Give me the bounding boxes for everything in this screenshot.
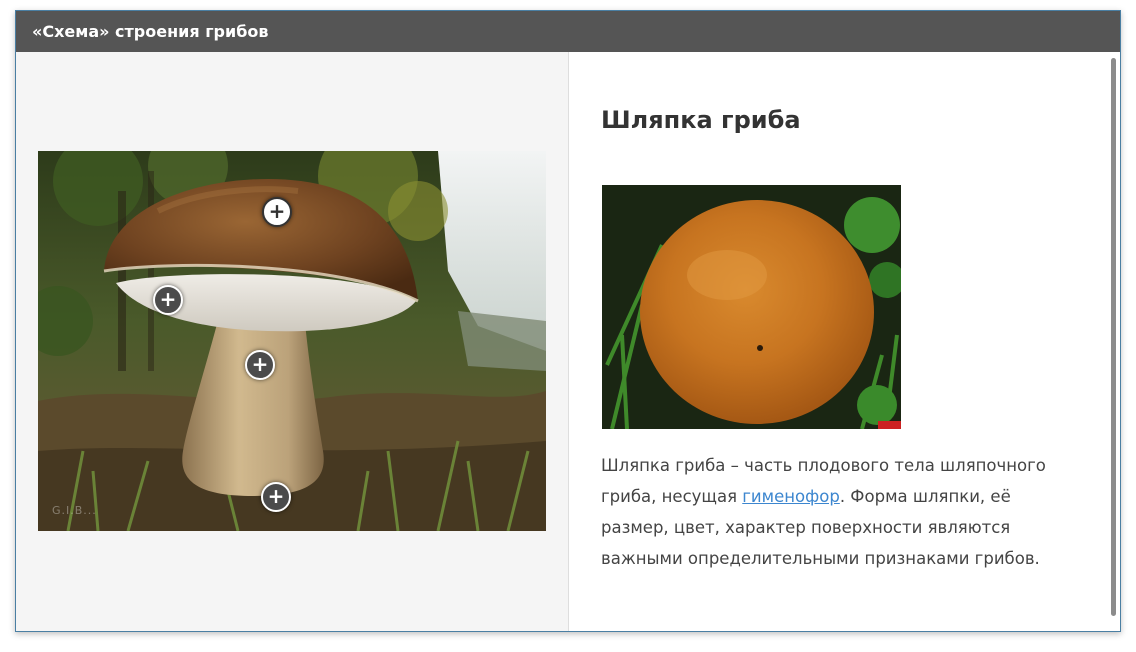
scrollbar[interactable] — [1111, 58, 1116, 616]
detail-description: Шляпка гриба – часть плодового тела шляп… — [601, 450, 1071, 574]
cap-illustration — [602, 185, 901, 429]
hotspot-mycelium[interactable]: + — [261, 482, 291, 512]
window-title: «Схема» строения грибов — [16, 11, 1120, 52]
detail-heading: Шляпка гриба — [601, 106, 801, 134]
photo-watermark: G.I.B... — [52, 504, 97, 517]
cap-photo — [602, 185, 901, 429]
mushroom-structure-widget: «Схема» строения грибов G.I.B... + + + +… — [15, 10, 1121, 632]
hotspot-hymenophore[interactable]: + — [153, 285, 183, 315]
hotspot-cap[interactable]: + — [262, 197, 292, 227]
mushroom-photo: G.I.B... + + + + — [38, 151, 546, 531]
image-pane: G.I.B... + + + + — [16, 52, 569, 631]
hymenophore-link[interactable]: гименофор — [742, 487, 840, 506]
hotspot-stem[interactable]: + — [245, 350, 275, 380]
description-pane: Шляпка гриба Шляпка гриба – часть плодов… — [569, 52, 1120, 631]
mushroom-illustration — [38, 151, 546, 531]
